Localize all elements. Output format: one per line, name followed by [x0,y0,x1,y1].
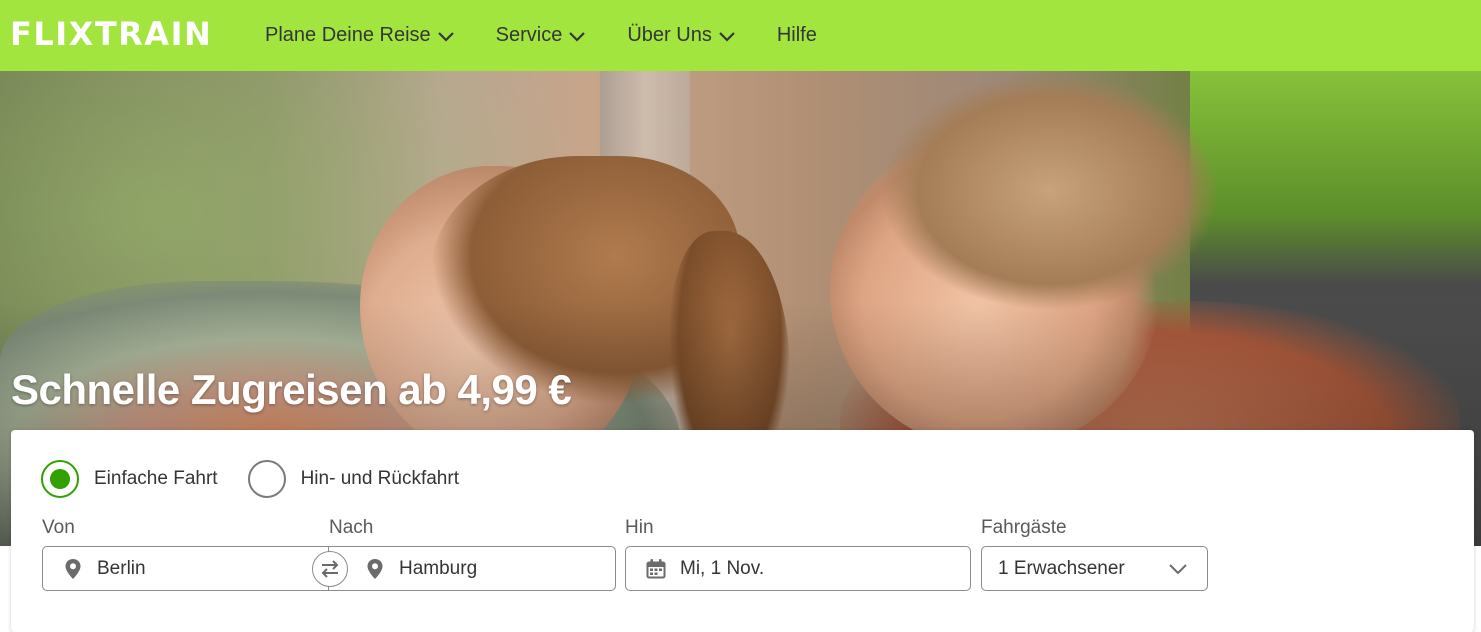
map-pin-icon [367,558,383,579]
radio-round-trip-button[interactable] [247,460,286,498]
nav-label: Über Uns [627,24,712,46]
hero-woman-hair [880,71,1220,311]
site-header: FLIXTRAIN Plane Deine Reise Service Über… [0,0,1481,71]
hero-headline: Schnelle Zugreisen ab 4,99 € [11,366,572,413]
flixtrain-logo[interactable]: FLIXTRAIN [10,14,212,54]
from-value: Berlin [97,557,146,579]
date-label: Hin [625,517,654,538]
nav-plane-deine-reise[interactable]: Plane Deine Reise [265,24,455,47]
radio-one-way[interactable]: Einfache Fahrt [41,460,218,498]
date-input[interactable]: Mi, 1 Nov. [625,546,971,591]
radio-round-trip[interactable]: Hin- und Rückfahrt [247,460,459,498]
chevron-down-icon [719,31,735,42]
nav-label: Plane Deine Reise [265,24,431,46]
swap-icon [321,560,339,578]
from-input[interactable]: Berlin [43,547,329,590]
trip-type-selector: Einfache Fahrt Hin- und Rückfahrt [41,460,489,498]
chevron-down-icon [437,31,454,42]
from-to-field: Berlin Hamburg [42,546,616,591]
nav-hilfe[interactable]: Hilfe [777,24,817,47]
to-input[interactable]: Hamburg [329,547,615,590]
chevron-down-icon [1169,563,1187,574]
to-value: Hamburg [399,557,478,579]
nav-label: Hilfe [776,24,817,46]
nav-label: Service [495,24,563,46]
nav-service[interactable]: Service [496,24,587,47]
main-nav: Plane Deine Reise Service Über Uns Hilfe [265,0,858,71]
from-label: Von [42,517,75,538]
passengers-value: 1 Erwachsener [998,557,1125,579]
nav-ueber-uns[interactable]: Über Uns [627,24,735,47]
passengers-select[interactable]: 1 Erwachsener [981,546,1208,591]
chevron-down-icon [569,31,586,42]
radio-one-way-label: Einfache Fahrt [94,468,218,489]
date-value: Mi, 1 Nov. [680,557,765,579]
swap-stations-button[interactable] [312,551,348,587]
map-pin-icon [65,558,81,579]
to-label: Nach [329,517,374,538]
passengers-label: Fahrgäste [981,517,1067,538]
search-panel: Einfache Fahrt Hin- und Rückfahrt Von Na… [11,430,1474,632]
radio-one-way-button[interactable] [41,460,79,498]
calendar-icon [646,558,666,578]
radio-round-trip-label: Hin- und Rückfahrt [300,468,459,489]
